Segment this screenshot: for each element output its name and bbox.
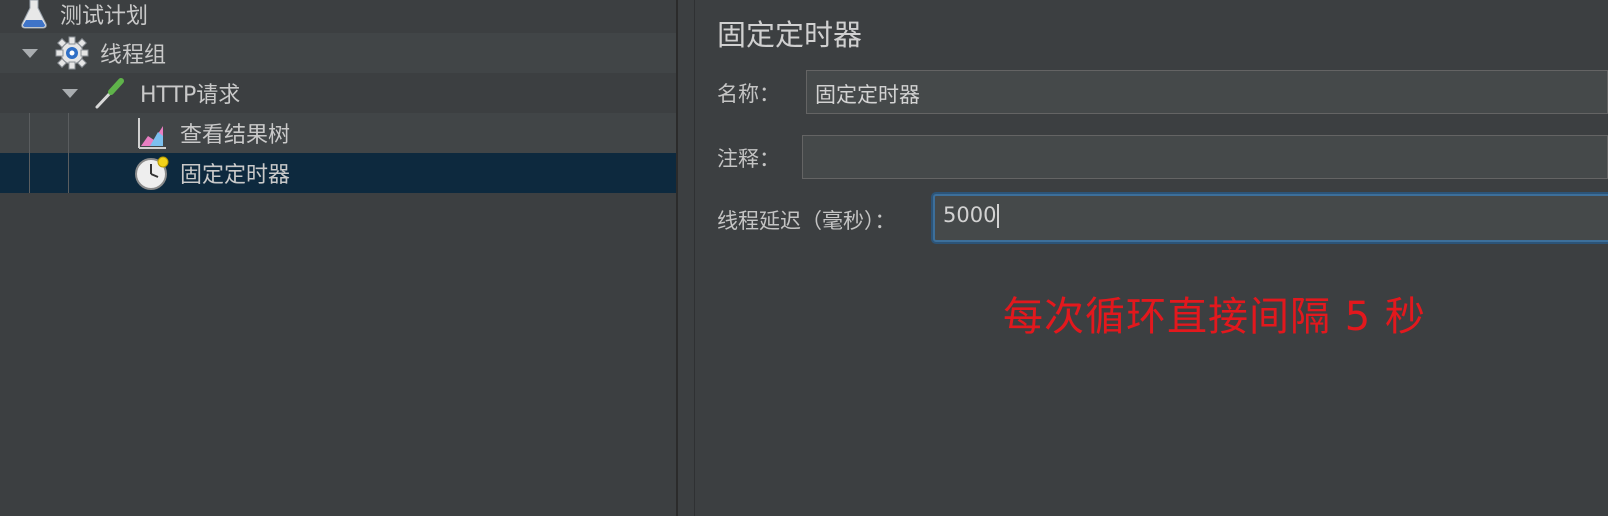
tree-item-test-plan[interactable]: 测试计划 <box>0 0 676 34</box>
name-label: 名称： <box>717 82 780 106</box>
constant-timer-panel: 固定定时器 名称： 固定定时器 注释： 线程延迟（毫秒）： 5000 <box>695 0 1608 516</box>
tree-guide-line <box>29 153 30 193</box>
tree-item-http-request[interactable]: HTTP请求 <box>0 73 676 113</box>
comment-field[interactable] <box>802 135 1608 179</box>
app-window: 测试计划 线程组 HTTP请求 查看结果树 固定定时器 固定定时器 名称： 固定… <box>0 0 1608 516</box>
thread-delay-field[interactable]: 5000 <box>933 194 1608 242</box>
chart-icon <box>134 115 170 151</box>
tree-item-label: 测试计划 <box>60 4 149 29</box>
timer-icon <box>134 155 170 191</box>
tree-guide-line <box>68 113 69 153</box>
chevron-down-icon[interactable] <box>62 89 78 98</box>
tree-item-label: 线程组 <box>100 43 167 68</box>
flask-icon <box>16 0 52 32</box>
name-field[interactable]: 固定定时器 <box>806 70 1608 114</box>
tree-item-label: 查看结果树 <box>180 123 291 148</box>
thread-delay-value: 5000 <box>943 203 997 227</box>
chevron-down-icon[interactable] <box>22 49 38 58</box>
comment-label: 注释： <box>717 147 780 171</box>
tree-guide-line <box>68 153 69 193</box>
annotation-text: 每次循环直接间隔 5 秒 <box>1003 294 1426 340</box>
gear-icon <box>54 35 90 71</box>
tree-item-label: HTTP请求 <box>140 83 241 108</box>
tree-item-thread-group[interactable]: 线程组 <box>0 33 676 73</box>
tree-item-label: 固定定时器 <box>180 163 291 188</box>
text-caret <box>997 204 1000 228</box>
tree-item-view-results-tree[interactable]: 查看结果树 <box>0 113 676 153</box>
delay-label: 线程延迟（毫秒）： <box>717 209 896 233</box>
pipette-icon <box>92 75 128 111</box>
test-plan-tree: 测试计划 线程组 HTTP请求 查看结果树 固定定时器 <box>0 0 678 516</box>
split-pane-divider[interactable] <box>678 0 695 516</box>
tree-item-constant-timer[interactable]: 固定定时器 <box>0 153 676 193</box>
tree-guide-line <box>29 113 30 153</box>
page-title: 固定定时器 <box>717 18 863 52</box>
